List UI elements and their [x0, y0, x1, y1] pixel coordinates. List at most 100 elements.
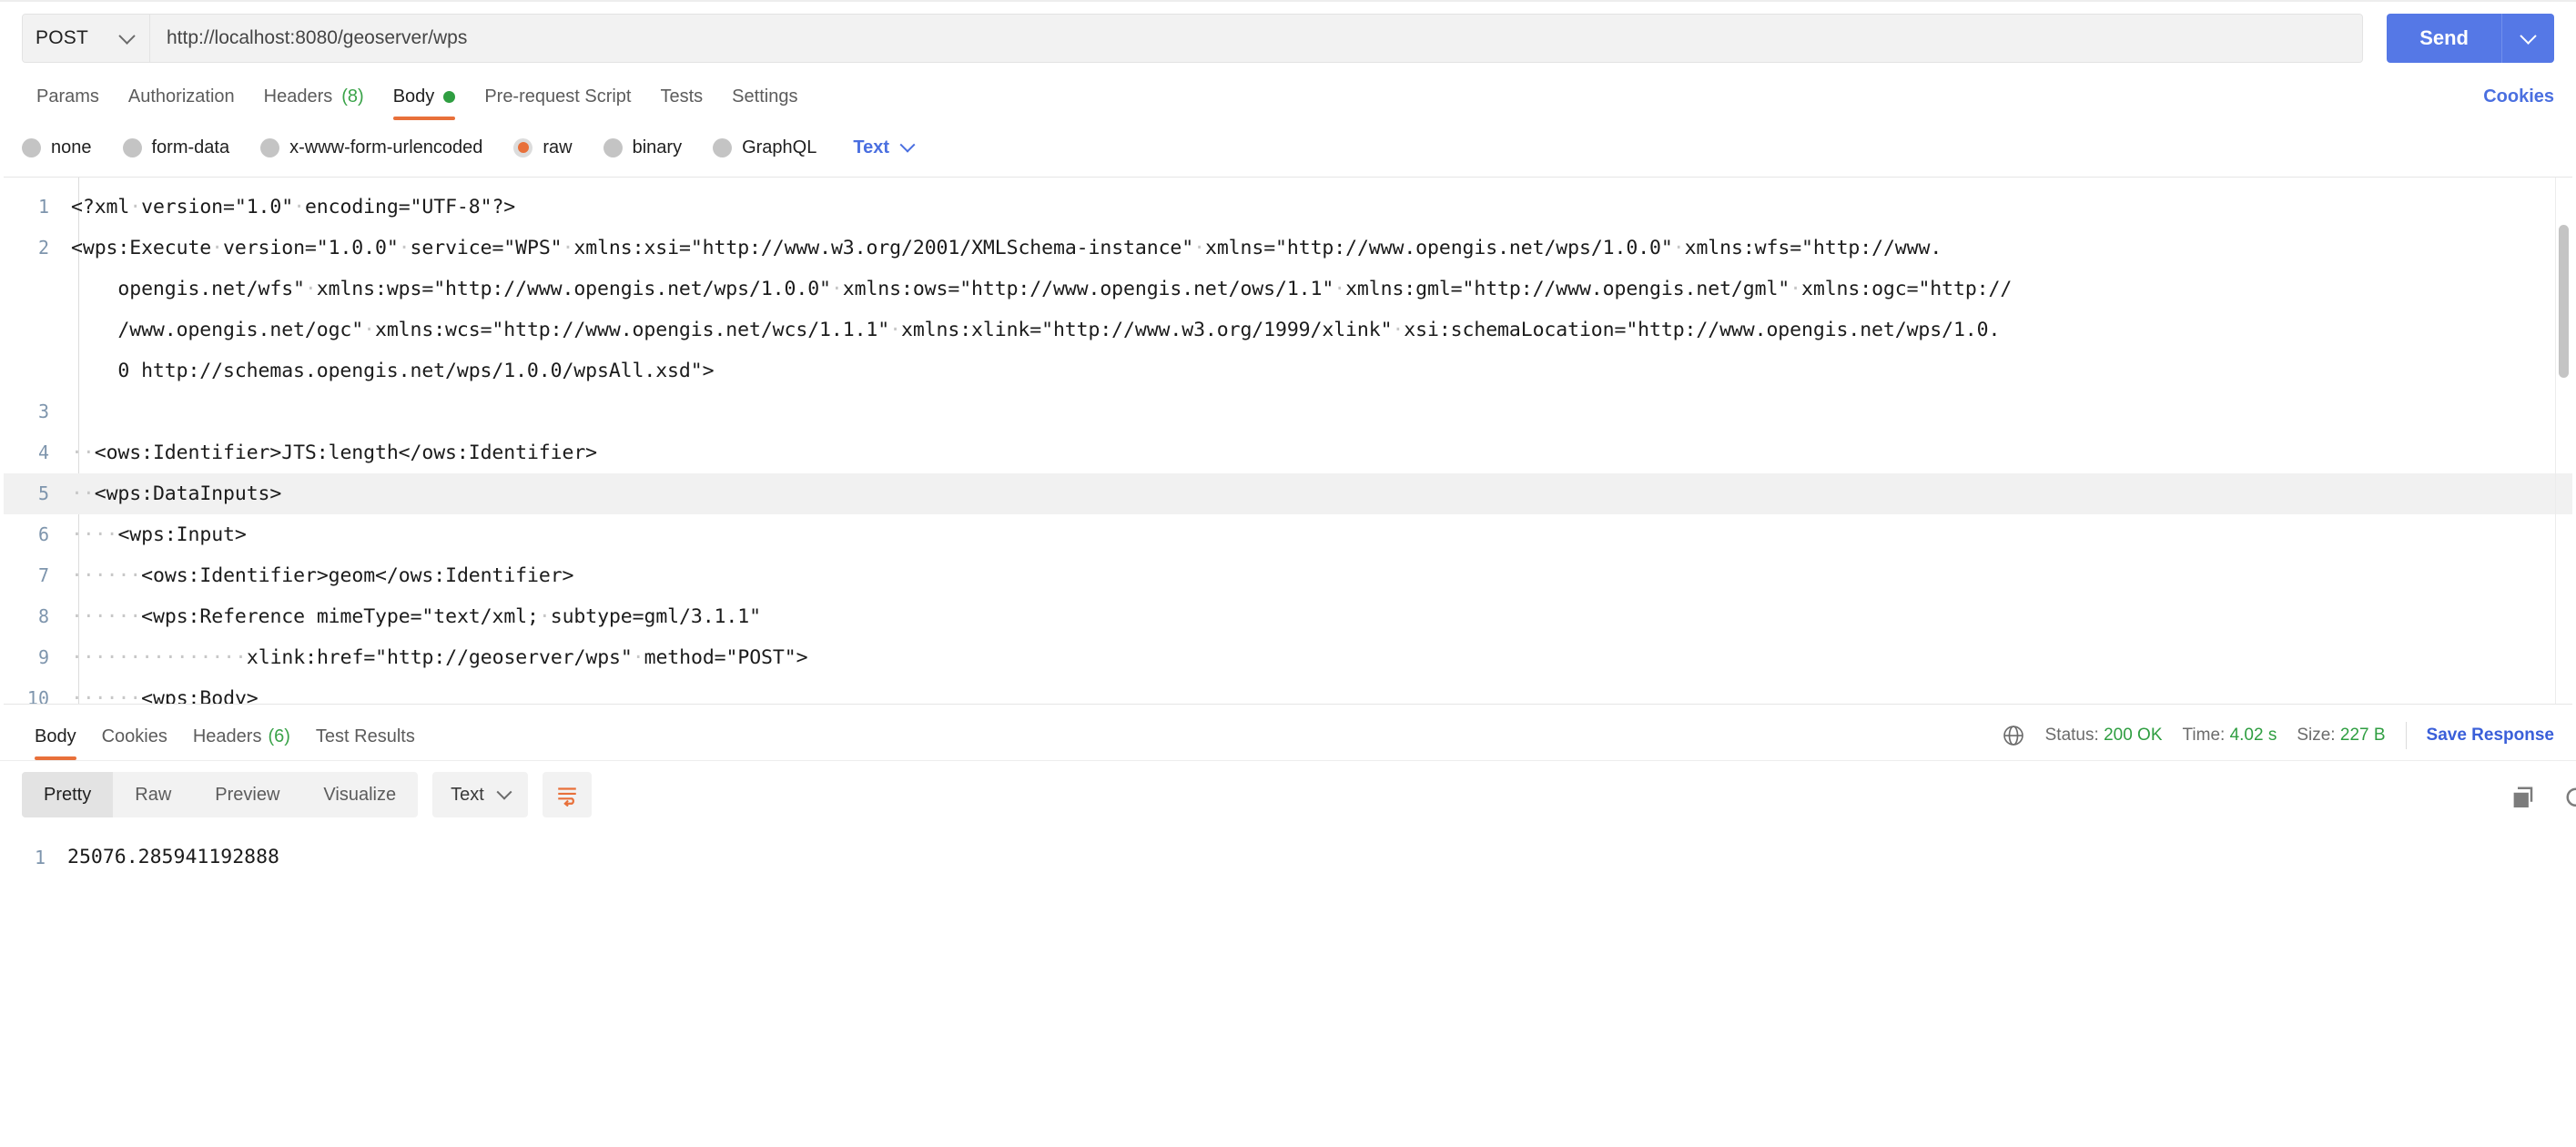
- tab-tests[interactable]: Tests: [645, 86, 717, 120]
- chevron-down-icon: [2520, 27, 2536, 44]
- size-text: Size: 227 B: [2297, 726, 2385, 746]
- line-number: 10: [4, 678, 66, 705]
- search-icon[interactable]: [2563, 785, 2576, 812]
- radio-graphql[interactable]: GraphQL: [713, 137, 816, 158]
- tab-pre-request-script[interactable]: Pre-request Script: [470, 86, 645, 120]
- tab-label: Cookies: [102, 726, 167, 747]
- tab-label: Tests: [660, 86, 703, 107]
- radio-binary[interactable]: binary: [603, 137, 682, 158]
- chevron-down-icon: [900, 137, 916, 153]
- view-mode-raw[interactable]: Raw: [113, 772, 193, 817]
- response-tab-cookies[interactable]: Cookies: [89, 726, 180, 760]
- tab-authorization[interactable]: Authorization: [114, 86, 249, 120]
- radio-label: raw: [543, 137, 572, 158]
- url-input[interactable]: [150, 15, 2362, 62]
- response-toolbar: Pretty Raw Preview Visualize Text: [0, 761, 2576, 828]
- line-number: 8: [4, 596, 66, 637]
- chevron-down-icon: [118, 27, 135, 44]
- tab-body[interactable]: Body: [379, 86, 471, 120]
- code-line: 2 <wps:Execute·version="1.0.0"·service="…: [4, 228, 2572, 391]
- code-line: 3: [4, 391, 2572, 432]
- view-mode-visualize[interactable]: Visualize: [301, 772, 418, 817]
- line-text: ······<wps:Body>: [66, 678, 259, 705]
- wrap-lines-button[interactable]: [543, 772, 592, 817]
- status-label: Status:: [2045, 726, 2099, 745]
- body-present-dot-icon: [443, 91, 455, 103]
- tab-params[interactable]: Params: [22, 86, 114, 120]
- tab-settings[interactable]: Settings: [717, 86, 812, 120]
- radio-icon: [260, 138, 279, 157]
- size-label: Size:: [2297, 726, 2335, 745]
- line-number: 9: [4, 637, 66, 678]
- time-text: Time: 4.02 s: [2183, 726, 2277, 746]
- radio-label: none: [51, 137, 92, 158]
- code-line: 4 ··<ows:Identifier>JTS:length</ows:Iden…: [4, 432, 2572, 473]
- chevron-down-icon: [496, 785, 512, 800]
- radio-raw[interactable]: raw: [513, 137, 572, 158]
- code-lines: 1 <?xml·version="1.0"·encoding="UTF-8"?>…: [4, 178, 2572, 705]
- radio-label: GraphQL: [742, 137, 816, 158]
- radio-label: binary: [633, 137, 682, 158]
- line-number: 5: [4, 473, 66, 514]
- code-line: 6 ····<wps:Input>: [4, 514, 2572, 555]
- time-value: 4.02 s: [2230, 726, 2277, 745]
- http-method-select[interactable]: POST: [23, 15, 150, 62]
- wrap-text-icon: [555, 783, 579, 807]
- response-format-select[interactable]: Text: [432, 772, 528, 817]
- response-tab-headers[interactable]: Headers (6): [180, 726, 303, 760]
- radio-none[interactable]: none: [22, 137, 92, 158]
- request-body-editor[interactable]: 1 <?xml·version="1.0"·encoding="UTF-8"?>…: [4, 177, 2572, 705]
- line-number: 1: [0, 839, 62, 876]
- code-line: 7 ······<ows:Identifier>geom</ows:Identi…: [4, 555, 2572, 596]
- send-button[interactable]: Send: [2387, 14, 2501, 63]
- tab-label: Params: [36, 86, 99, 107]
- body-type-radio-group: none form-data x-www-form-urlencoded raw…: [0, 120, 2576, 177]
- code-line: 10 ······<wps:Body>: [4, 678, 2572, 705]
- save-response-button[interactable]: Save Response: [2427, 726, 2554, 746]
- view-mode-pretty[interactable]: Pretty: [22, 772, 113, 817]
- response-view-mode-group: Pretty Raw Preview Visualize: [22, 772, 418, 817]
- copy-icon[interactable]: [2509, 785, 2536, 812]
- view-mode-preview[interactable]: Preview: [193, 772, 301, 817]
- tab-label: Settings: [732, 86, 797, 107]
- line-text: <wps:Execute·version="1.0.0"·service="WP…: [66, 228, 2012, 391]
- tab-label: Headers: [193, 726, 262, 747]
- line-number: 6: [4, 514, 66, 555]
- response-actions: [2509, 785, 2576, 812]
- raw-format-select[interactable]: Text: [853, 137, 913, 158]
- response-format-label: Text: [451, 785, 484, 806]
- tab-count: (8): [341, 86, 363, 107]
- code-line: 1 <?xml·version="1.0"·encoding="UTF-8"?>: [4, 187, 2572, 228]
- send-options-button[interactable]: [2501, 14, 2554, 63]
- response-line: 1 25076.285941192888: [0, 839, 2576, 876]
- raw-format-label: Text: [853, 137, 889, 158]
- editor-scrollbar-track[interactable]: [2555, 178, 2572, 704]
- tab-headers[interactable]: Headers (8): [249, 86, 379, 120]
- response-status-bar: Status: 200 OK Time: 4.02 s Size: 227 B …: [2002, 722, 2554, 749]
- request-tabs: Params Authorization Headers (8) Body Pr…: [0, 71, 2576, 120]
- tab-label: Pre-request Script: [484, 86, 631, 107]
- size-value: 227 B: [2340, 726, 2386, 745]
- code-line: 8 ······<wps:Reference mimeType="text/xm…: [4, 596, 2572, 637]
- line-text: 25076.285941192888: [62, 839, 279, 876]
- line-number: 2: [4, 228, 66, 269]
- line-text: ··<ows:Identifier>JTS:length</ows:Identi…: [66, 432, 597, 473]
- tab-label: Headers: [264, 86, 333, 107]
- editor-scrollbar-thumb[interactable]: [2559, 225, 2569, 378]
- status-text: Status: 200 OK: [2045, 726, 2163, 746]
- response-tab-body[interactable]: Body: [22, 726, 89, 760]
- cookies-link[interactable]: Cookies: [2483, 86, 2554, 107]
- radio-x-www-form-urlencoded[interactable]: x-www-form-urlencoded: [260, 137, 482, 158]
- radio-icon: [123, 138, 142, 157]
- tab-label: Test Results: [316, 726, 415, 747]
- line-text: <?xml·version="1.0"·encoding="UTF-8"?>: [66, 187, 515, 228]
- response-tab-test-results[interactable]: Test Results: [303, 726, 428, 760]
- tab-label: Body: [35, 726, 76, 747]
- http-method-label: POST: [35, 27, 88, 49]
- radio-icon: [22, 138, 41, 157]
- radio-form-data[interactable]: form-data: [123, 137, 230, 158]
- postman-request-response-pane: POST Send Params Authorization Headers (…: [0, 0, 2576, 1147]
- radio-selected-icon: [513, 138, 532, 157]
- radio-icon: [713, 138, 732, 157]
- line-text: ···············xlink:href="http://geoser…: [66, 637, 807, 678]
